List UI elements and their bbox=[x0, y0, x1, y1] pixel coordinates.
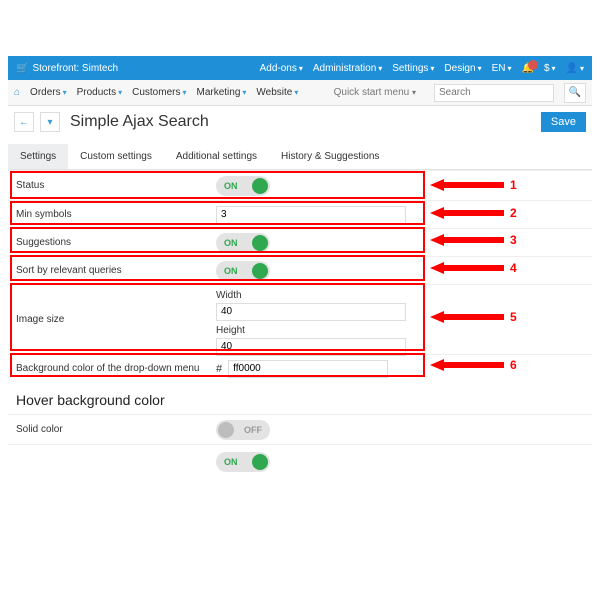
row-sort: Sort by relevant queries ON bbox=[8, 256, 592, 284]
row-solid-color: Solid color OFF bbox=[8, 414, 592, 444]
label-height: Height bbox=[216, 325, 406, 336]
nav-customers[interactable]: Customers▾ bbox=[132, 87, 186, 98]
label-bg-color: Background color of the drop-down menu bbox=[8, 363, 208, 374]
label-suggestions: Suggestions bbox=[8, 237, 208, 248]
tab-settings[interactable]: Settings bbox=[8, 144, 68, 169]
hash-label: # bbox=[216, 363, 222, 375]
search-input[interactable] bbox=[434, 84, 554, 102]
storefront-label[interactable]: Storefront: Simtech bbox=[32, 63, 118, 74]
settings-panel: Status ON Min symbols Suggestions ON bbox=[8, 170, 592, 472]
row-image-size: Image size Width Height bbox=[8, 284, 592, 354]
quick-start-menu[interactable]: Quick start menu ▾ bbox=[326, 84, 424, 101]
tab-custom-settings[interactable]: Custom settings bbox=[68, 144, 164, 169]
nav-website[interactable]: Website▾ bbox=[256, 87, 298, 98]
label-min-symbols: Min symbols bbox=[8, 209, 208, 220]
row-status: Status ON bbox=[8, 170, 592, 200]
navbar: ⌂ Orders▾ Products▾ Customers▾ Marketing… bbox=[8, 80, 592, 106]
toggle-knob bbox=[252, 178, 268, 194]
menu-currency[interactable]: $▾ bbox=[544, 63, 556, 74]
menu-design[interactable]: Design▾ bbox=[444, 63, 481, 74]
back-dropdown[interactable]: ▾ bbox=[40, 112, 60, 132]
home-icon[interactable]: ⌂ bbox=[14, 87, 20, 98]
label-width: Width bbox=[216, 290, 406, 301]
toggle-knob bbox=[252, 263, 268, 279]
user-icon[interactable]: 👤▾ bbox=[566, 63, 584, 74]
row-suggestions: Suggestions ON bbox=[8, 228, 592, 256]
toggle-knob bbox=[252, 454, 268, 470]
nav-orders[interactable]: Orders▾ bbox=[30, 87, 67, 98]
menu-lang[interactable]: EN▾ bbox=[492, 63, 512, 74]
row-bg-color: Background color of the drop-down menu # bbox=[8, 354, 592, 382]
toggle-suggestions[interactable]: ON bbox=[216, 233, 270, 253]
input-height[interactable] bbox=[216, 338, 406, 356]
toggle-knob bbox=[218, 422, 234, 438]
tabs: Settings Custom settings Additional sett… bbox=[8, 144, 592, 170]
toggle-on-text: ON bbox=[224, 457, 238, 467]
tab-additional-settings[interactable]: Additional settings bbox=[164, 144, 269, 169]
input-bg-color[interactable] bbox=[228, 360, 388, 378]
tab-history-suggestions[interactable]: History & Suggestions bbox=[269, 144, 391, 169]
toggle-on-text: ON bbox=[224, 266, 238, 276]
label-solid-color: Solid color bbox=[8, 424, 208, 435]
label-status: Status bbox=[8, 180, 208, 191]
toggle-cutoff[interactable]: ON bbox=[216, 452, 270, 472]
label-sort: Sort by relevant queries bbox=[8, 265, 208, 276]
input-width[interactable] bbox=[216, 303, 406, 321]
menu-administration[interactable]: Administration▾ bbox=[313, 63, 382, 74]
topbar: 🛒 Storefront: Simtech Add-ons▾ Administr… bbox=[8, 56, 592, 80]
section-hover-title: Hover background color bbox=[8, 382, 592, 414]
search-button[interactable]: 🔍 bbox=[564, 83, 586, 103]
label-image-size: Image size bbox=[8, 314, 208, 325]
input-min-symbols[interactable] bbox=[216, 206, 406, 224]
toggle-sort[interactable]: ON bbox=[216, 261, 270, 281]
page-title: Simple Ajax Search bbox=[70, 113, 209, 131]
title-row: ← ▾ Simple Ajax Search Save bbox=[8, 106, 592, 138]
back-button[interactable]: ← bbox=[14, 112, 34, 132]
notification-icon[interactable]: 🔔 bbox=[522, 63, 534, 74]
toggle-on-text: ON bbox=[224, 238, 238, 248]
menu-addons[interactable]: Add-ons▾ bbox=[260, 63, 303, 74]
row-cutoff: ON bbox=[8, 444, 592, 472]
cart-icon: 🛒 bbox=[16, 63, 28, 74]
save-button[interactable]: Save bbox=[541, 112, 586, 132]
toggle-status[interactable]: ON bbox=[216, 176, 270, 196]
menu-settings[interactable]: Settings▾ bbox=[392, 63, 434, 74]
toggle-on-text: ON bbox=[224, 181, 238, 191]
nav-products[interactable]: Products▾ bbox=[77, 87, 122, 98]
nav-marketing[interactable]: Marketing▾ bbox=[196, 87, 246, 98]
toggle-knob bbox=[252, 235, 268, 251]
toggle-off-text: OFF bbox=[244, 425, 262, 435]
toggle-solid-color[interactable]: OFF bbox=[216, 420, 270, 440]
row-min-symbols: Min symbols bbox=[8, 200, 592, 228]
